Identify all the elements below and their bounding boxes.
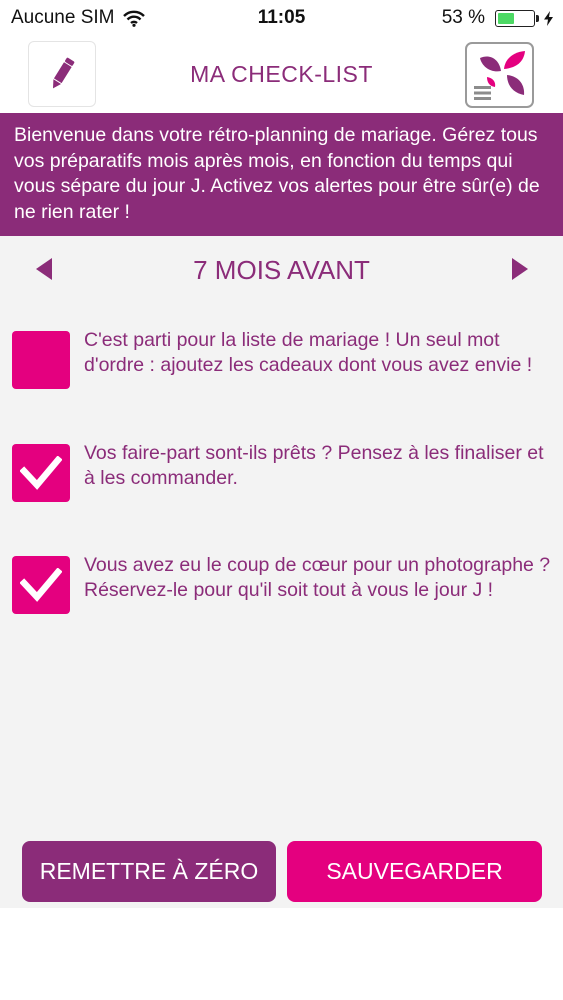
battery-icon — [495, 9, 539, 27]
battery-percent: 53 % — [441, 7, 485, 28]
intro-banner: Bienvenue dans votre rétro-planning de m… — [0, 113, 563, 236]
menu-button[interactable] — [465, 42, 534, 108]
save-button[interactable]: SAUVEGARDER — [287, 841, 542, 902]
item-checkbox[interactable] — [12, 444, 70, 502]
month-label: 7 MOIS AVANT — [193, 255, 370, 285]
battery-group: 53 % — [442, 7, 553, 29]
item-checkbox[interactable] — [12, 556, 70, 614]
item-text: Vos faire-part sont-ils prêts ? Pensez à… — [84, 442, 544, 489]
app-screen: Aucune SIM 11:05 53 % MA CHECK-LIST Bien… — [0, 0, 563, 908]
checkmark-icon — [20, 456, 62, 490]
item-text: Vous avez eu le coup de cœur pour un pho… — [84, 554, 551, 601]
battery-level — [498, 12, 515, 24]
leaf-logo-menu-icon — [474, 51, 525, 100]
status-bar: Aucune SIM 11:05 53 % — [0, 0, 563, 36]
reset-button[interactable]: REMETTRE À ZÉRO — [22, 841, 276, 902]
battery-tip — [536, 14, 539, 22]
item-text: C'est parti pour la liste de mariage ! U… — [84, 329, 533, 376]
checkmark-icon — [20, 568, 62, 602]
next-month-button[interactable] — [510, 256, 530, 282]
item-checkbox[interactable] — [12, 331, 70, 389]
charging-bolt-icon — [544, 10, 553, 26]
app-header: MA CHECK-LIST — [0, 36, 563, 113]
triangle-right-icon — [512, 258, 528, 280]
